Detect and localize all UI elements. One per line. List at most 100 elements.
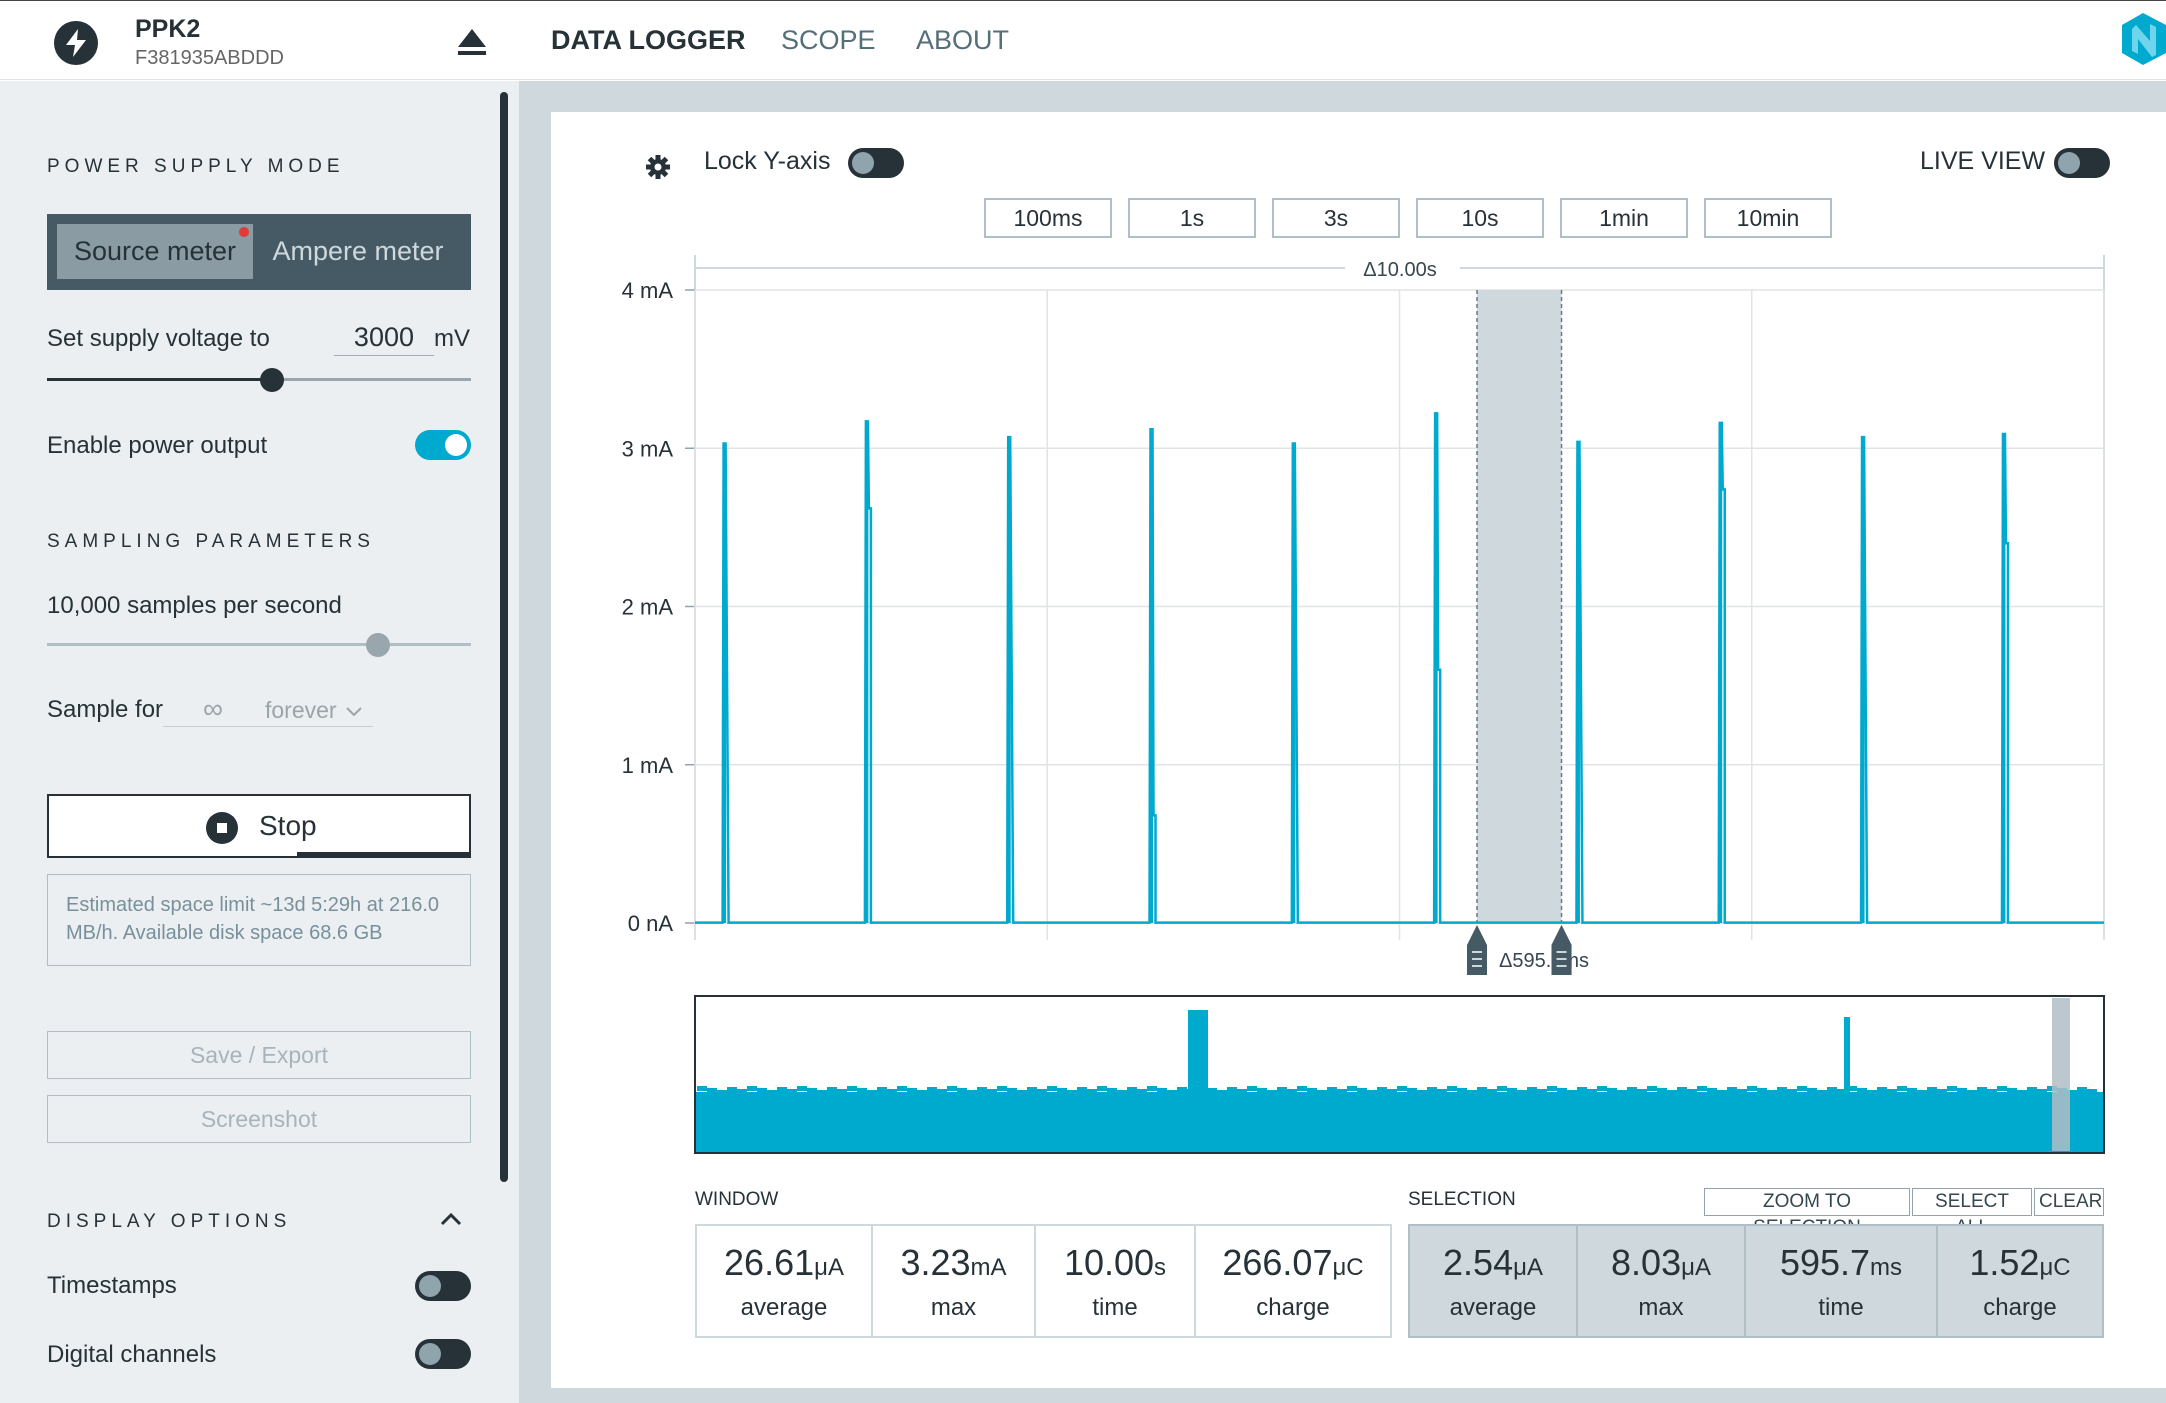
stat-value: 2.54μA	[1443, 1242, 1543, 1283]
minimap-noise	[747, 1086, 757, 1091]
timestamps-toggle[interactable]	[415, 1271, 471, 1301]
minimap-noise	[2037, 1089, 2047, 1094]
minimap-noise	[1257, 1088, 1267, 1093]
selection-time-box: 595.7ms time	[1744, 1224, 1938, 1338]
selection-region	[1476, 290, 1562, 923]
minimap-noise	[1237, 1089, 1247, 1094]
minimap-noise	[1717, 1090, 1727, 1095]
minimap-noise	[1427, 1087, 1437, 1092]
minimap-noise	[2017, 1090, 2027, 1095]
window-span-label: Δ10.00s	[1363, 259, 1436, 281]
zoom-to-selection-button[interactable]: ZOOM TO SELECTION	[1704, 1188, 1910, 1238]
minimap-noise	[787, 1089, 797, 1094]
minimap-noise	[1597, 1086, 1607, 1091]
minimap-noise	[1567, 1090, 1577, 1095]
minimap-noise	[1577, 1087, 1587, 1092]
minimap-noise	[1097, 1086, 1107, 1091]
overview-minimap[interactable]	[694, 995, 2105, 1154]
minimap-noise	[1217, 1090, 1227, 1095]
toggle-knob	[419, 1275, 441, 1297]
chevron-up-icon[interactable]	[440, 1212, 462, 1231]
minimap-noise	[1227, 1087, 1237, 1092]
stat-value: 3.23mA	[900, 1242, 1007, 1283]
minimap-noise	[1727, 1087, 1737, 1092]
minimap-noise	[1767, 1090, 1777, 1095]
minimap-area	[696, 1092, 2103, 1152]
stat-value: 26.61μA	[724, 1242, 844, 1283]
minimap-noise	[807, 1088, 817, 1093]
minimap-noise	[837, 1089, 847, 1094]
minimap-noise	[997, 1086, 1007, 1091]
current-chart[interactable]: Δ10.00s 4 mA 3 mA 2 mA 1 mA 0 nA Δ595.7ms	[0, 0, 2166, 1180]
minimap-noise	[1867, 1090, 1877, 1095]
minimap-noise	[927, 1087, 937, 1092]
digital-channels-toggle[interactable]	[415, 1339, 471, 1369]
stat-label: max	[930, 1294, 977, 1321]
minimap-noise	[1587, 1089, 1597, 1094]
minimap-noise	[1917, 1090, 1927, 1095]
minimap-noise	[1517, 1090, 1527, 1095]
minimap-noise	[897, 1086, 907, 1091]
minimap-noise	[1937, 1089, 1947, 1094]
minimap-noise	[987, 1089, 997, 1094]
select-all-button[interactable]: SELECT ALL	[1912, 1188, 2032, 1238]
minimap-noise	[1327, 1087, 1337, 1092]
minimap-noise	[1777, 1087, 1787, 1092]
clear-button[interactable]: CLEAR	[2034, 1188, 2104, 1216]
selection-average-box: 2.54μA average	[1408, 1224, 1578, 1338]
minimap-noise	[2007, 1088, 2017, 1093]
minimap-viewport	[2052, 998, 2070, 1151]
minimap-noise	[1117, 1090, 1127, 1095]
current-spike	[865, 421, 869, 923]
minimap-noise	[1857, 1088, 1867, 1093]
minimap-noise	[1107, 1088, 1117, 1093]
minimap-noise	[1667, 1090, 1677, 1095]
minimap-noise	[967, 1090, 977, 1095]
stat-value: 595.7ms	[1779, 1242, 1903, 1283]
minimap-noise	[817, 1090, 827, 1095]
selection-handle[interactable]	[1551, 925, 1572, 975]
minimap-noise	[1527, 1087, 1537, 1092]
minimap-noise	[777, 1087, 787, 1092]
timestamps-label: Timestamps	[47, 1272, 177, 1299]
minimap-noise	[1057, 1088, 1067, 1093]
minimap-noise	[1137, 1089, 1147, 1094]
y-tick-label: 4 mA	[622, 278, 674, 303]
minimap-peak	[1844, 1017, 1850, 1093]
minimap-noise	[1537, 1089, 1547, 1094]
minimap-noise	[947, 1086, 957, 1091]
minimap-noise	[1347, 1086, 1357, 1091]
minimap-noise	[797, 1086, 807, 1091]
minimap-noise	[1817, 1090, 1827, 1095]
minimap-noise	[1657, 1088, 1667, 1093]
minimap-noise	[1287, 1089, 1297, 1094]
current-spike	[1292, 443, 1296, 923]
stat-label: average	[1449, 1294, 1537, 1321]
current-spike	[723, 443, 727, 923]
toggle-knob	[419, 1343, 441, 1365]
minimap-noise	[1627, 1087, 1637, 1092]
window-average-box: 26.61μA average	[695, 1224, 873, 1338]
minimap-noise	[1247, 1086, 1257, 1091]
window-time-box: 10.00s time	[1034, 1224, 1196, 1338]
handle-shape	[1466, 925, 1487, 975]
minimap-noise	[1127, 1087, 1137, 1092]
y-tick-label: 0 nA	[628, 911, 674, 936]
display-options-title: DISPLAY OPTIONS	[47, 1211, 292, 1232]
stat-label: time	[1092, 1294, 1138, 1321]
selection-stats-title: SELECTION	[1408, 1189, 1516, 1210]
current-spike	[1861, 437, 1865, 923]
minimap-noise	[767, 1090, 777, 1095]
minimap-noise	[1697, 1086, 1707, 1091]
y-tick-label: 1 mA	[622, 753, 674, 778]
minimap-noise	[697, 1086, 707, 1091]
current-spike	[1719, 422, 1723, 923]
minimap-noise	[1927, 1087, 1937, 1092]
current-spike	[1434, 413, 1438, 923]
current-spike	[1576, 441, 1580, 923]
minimap-noise	[1707, 1088, 1717, 1093]
selection-handle[interactable]	[1466, 925, 1487, 975]
minimap-noise	[1397, 1086, 1407, 1091]
minimap-noise	[1997, 1086, 2007, 1091]
minimap-noise	[887, 1089, 897, 1094]
